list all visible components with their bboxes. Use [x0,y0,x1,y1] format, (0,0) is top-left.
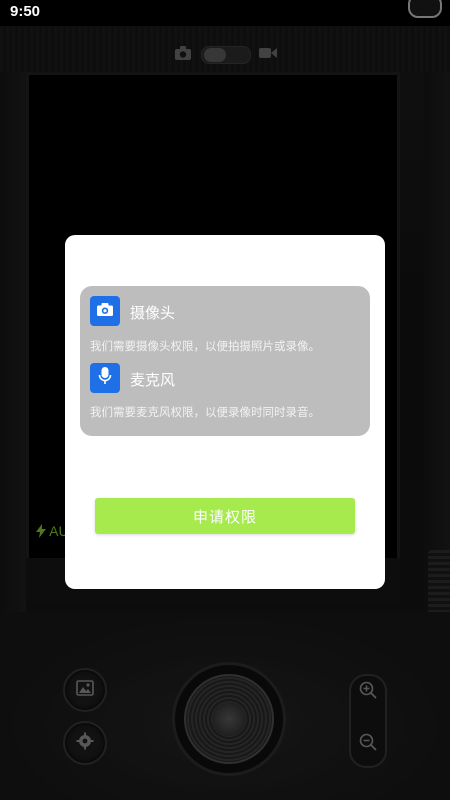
permission-dialog: 摄像头 我们需要摄像头权限，以便拍摄照片或录像。 麦克风 我们需要麦克风权限，以… [65,235,385,589]
status-bar: 9:50 [0,0,450,26]
microphone-icon [98,366,112,390]
status-time: 9:50 [10,3,41,20]
microphone-permission-title: 麦克风 [130,371,176,389]
camera-permission-title: 摄像头 [130,304,176,322]
camera-permission-icon [90,296,120,326]
status-indicator [408,0,442,18]
camera-permission-description: 我们需要摄像头权限，以便拍摄照片或录像。 [90,339,320,353]
microphone-permission-icon [90,363,120,393]
microphone-permission-description: 我们需要麦克风权限，以便录像时同时录音。 [90,405,320,419]
permission-list: 摄像头 我们需要摄像头权限，以便拍摄照片或录像。 麦克风 我们需要麦克风权限，以… [80,286,370,436]
request-permission-button[interactable]: 申请权限 [95,498,355,534]
camera-icon [96,302,114,321]
camera-screen: 9:50 AU 摄像头 我们需要摄像头权限，以便拍摄照片或录像。 麦克风 我们需… [0,0,450,800]
